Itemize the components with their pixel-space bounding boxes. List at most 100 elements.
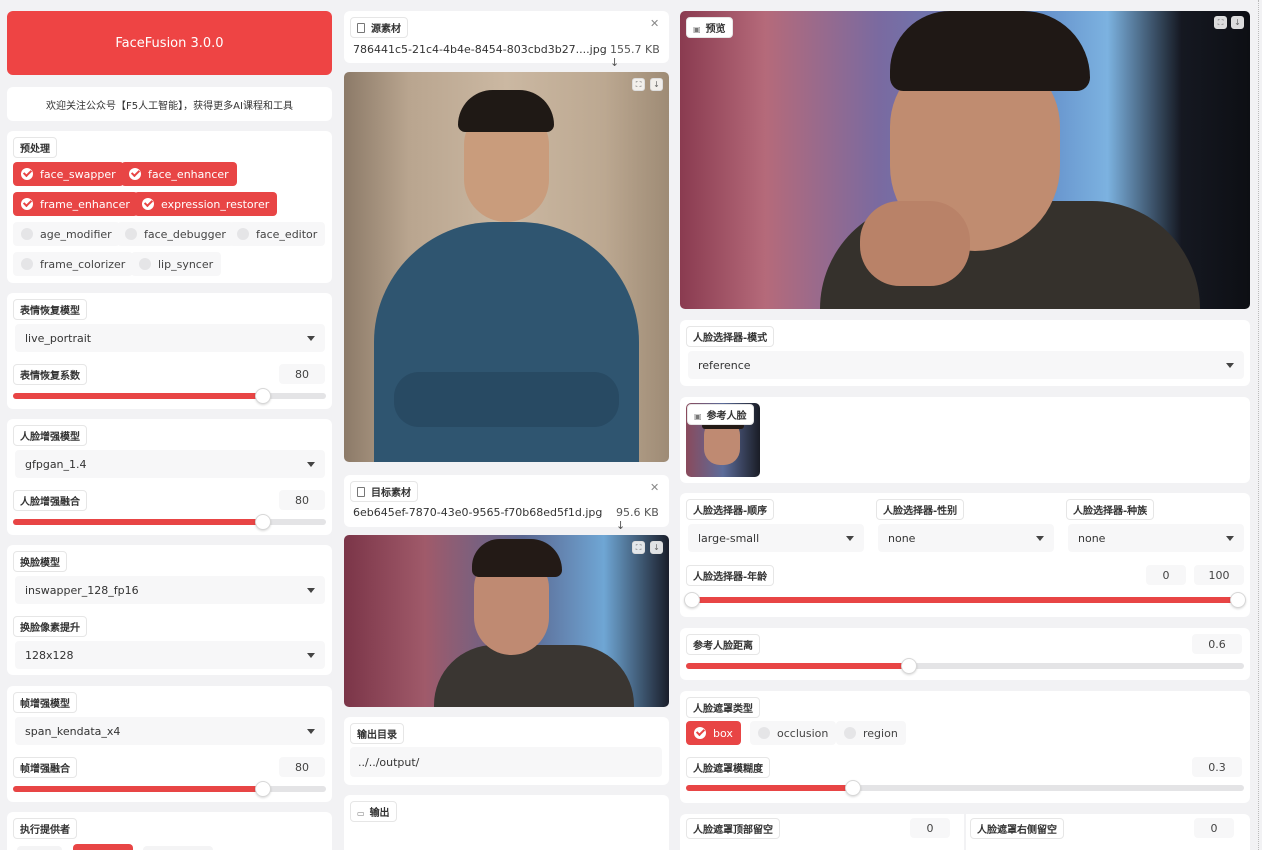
select-value: inswapper_128_fp16: [25, 583, 139, 597]
reference-distance-input[interactable]: 0.6: [1192, 634, 1242, 654]
download-icon[interactable]: ↓: [1231, 16, 1244, 29]
processor-face-enhancer[interactable]: face_enhancer: [121, 162, 237, 186]
mask-right-input[interactable]: 0: [1194, 818, 1234, 838]
enhancer-blend-slider[interactable]: [13, 514, 326, 530]
reference-distance-slider[interactable]: [686, 658, 1244, 674]
slider-handle[interactable]: [255, 781, 272, 797]
processor-face-editor[interactable]: face_editor: [229, 222, 326, 246]
output-dir-value: ../../output/: [358, 755, 420, 769]
target-label: 目标素材: [350, 481, 418, 502]
selector-mode-select[interactable]: reference: [688, 351, 1244, 379]
processor-label: face_enhancer: [148, 167, 229, 181]
source-person-hair: [458, 90, 554, 132]
swapper-model-select[interactable]: inswapper_128_fp16: [15, 576, 325, 604]
slider-handle[interactable]: [255, 388, 272, 404]
selector-age-label: 人脸选择器-年龄: [686, 565, 775, 586]
expression-restorer-panel: 表情恢复模型 live_portrait 表情恢复系数 80: [7, 293, 332, 409]
processor-frame-enhancer[interactable]: frame_enhancer: [13, 192, 138, 216]
slider-handle-max[interactable]: [1230, 592, 1246, 608]
expression-model-select[interactable]: live_portrait: [15, 324, 325, 352]
output-panel: ▭ 输出: [344, 795, 669, 850]
frame-blend-input[interactable]: 80: [279, 757, 325, 777]
selector-age-min-input[interactable]: 0: [1146, 565, 1186, 585]
welcome-text: 欢迎关注公众号【F5人工智能】，获得更多AI课程和工具: [46, 100, 293, 112]
close-icon[interactable]: ✕: [650, 481, 659, 494]
source-label-text: 源素材: [371, 24, 401, 35]
preview-person-hair: [890, 11, 1090, 91]
fullscreen-icon[interactable]: ⛶: [1214, 16, 1227, 29]
selector-race-select[interactable]: none: [1068, 524, 1244, 552]
selector-age-max-input[interactable]: 100: [1194, 565, 1244, 585]
selector-age-slider[interactable]: [684, 592, 1246, 608]
close-icon[interactable]: ✕: [650, 17, 659, 30]
enhancer-model-label: 人脸增强模型: [13, 425, 87, 446]
processor-lip-syncer[interactable]: lip_syncer: [131, 252, 222, 276]
swapper-pixel-select[interactable]: 128x128: [15, 641, 325, 669]
selector-gender-label: 人脸选择器-性别: [876, 499, 965, 520]
enhancer-model-select[interactable]: gfpgan_1.4: [15, 450, 325, 478]
source-filesize[interactable]: 155.7 KB ↓: [610, 43, 669, 69]
expression-factor-slider[interactable]: [13, 388, 326, 404]
reference-distance-panel: 参考人脸距离 0.6: [680, 628, 1250, 680]
execution-option-off[interactable]: [17, 846, 62, 850]
processor-label: lip_syncer: [158, 257, 214, 271]
processor-expression-restorer[interactable]: expression_restorer: [134, 192, 278, 216]
processor-label: frame_colorizer: [40, 257, 126, 271]
select-value: gfpgan_1.4: [25, 457, 87, 471]
target-file-panel: 目标素材 ✕ 6eb645ef-7870-43e0-9565-f70b68ed5…: [344, 475, 669, 532]
mask-type-region[interactable]: region: [836, 721, 906, 745]
expression-factor-input[interactable]: 80: [279, 364, 325, 384]
video-icon: ▭: [357, 809, 365, 818]
output-dir-input[interactable]: ../../output/: [350, 747, 662, 777]
mask-type-occlusion[interactable]: occlusion: [750, 721, 837, 745]
mask-blur-input[interactable]: 0.3: [1192, 757, 1242, 777]
frame-model-select[interactable]: span_kendata_x4: [15, 717, 325, 745]
slider-handle[interactable]: [845, 780, 862, 796]
frame-blend-slider[interactable]: [13, 781, 326, 797]
target-filesize[interactable]: 95.6 KB ↓: [616, 506, 669, 532]
selector-order-select[interactable]: large-small: [688, 524, 864, 552]
checkbox-checked-icon: [694, 727, 706, 739]
checkbox-unchecked-icon: [844, 727, 856, 739]
select-value: span_kendata_x4: [25, 724, 121, 738]
checkbox-unchecked-icon: [21, 258, 33, 270]
processor-face-swapper[interactable]: face_swapper: [13, 162, 124, 186]
checkbox-unchecked-icon: [139, 258, 151, 270]
execution-option-off[interactable]: [143, 846, 213, 850]
processor-age-modifier[interactable]: age_modifier: [13, 222, 120, 246]
chevron-down-icon: [307, 728, 315, 734]
checkbox-unchecked-icon: [125, 228, 137, 240]
processor-face-debugger[interactable]: face_debugger: [117, 222, 234, 246]
chevron-down-icon: [307, 587, 315, 593]
checkbox-checked-icon: [142, 198, 154, 210]
execution-option-on[interactable]: [73, 844, 133, 850]
download-icon[interactable]: ↓: [650, 78, 663, 91]
target-person-body: [434, 645, 634, 707]
preview-label-text: 预览: [705, 24, 726, 35]
execution-provider-panel: 执行提供者: [7, 812, 332, 850]
chevron-down-icon: [846, 535, 854, 541]
chevron-down-icon: [307, 461, 315, 467]
fullscreen-icon[interactable]: ⛶: [632, 541, 645, 554]
chevron-down-icon: [1226, 362, 1234, 368]
fullscreen-icon[interactable]: ⛶: [632, 78, 645, 91]
selector-gender-select[interactable]: none: [878, 524, 1054, 552]
mask-type-box[interactable]: box: [686, 721, 741, 745]
enhancer-blend-input[interactable]: 80: [279, 490, 325, 510]
target-label-text: 目标素材: [371, 488, 411, 499]
mask-top-input[interactable]: 0: [910, 818, 950, 838]
image-icon: ▣: [694, 412, 702, 421]
selector-filters-panel: 人脸选择器-顺序 large-small 人脸选择器-性别 none 人脸选择器…: [680, 493, 1250, 617]
slider-handle-min[interactable]: [684, 592, 700, 608]
expression-factor-label: 表情恢复系数: [13, 364, 87, 385]
slider-handle[interactable]: [255, 514, 272, 530]
slider-fill: [686, 785, 854, 791]
download-icon[interactable]: ↓: [650, 541, 663, 554]
mask-blur-slider[interactable]: [686, 780, 1244, 796]
slider-handle[interactable]: [901, 658, 918, 674]
slider-fill: [686, 663, 910, 669]
source-filename[interactable]: 786441c5-21c4-4b4e-8454-803cbd3b27....jp…: [353, 43, 607, 56]
preview-label: ▣ 预览: [686, 17, 733, 38]
target-filename[interactable]: 6eb645ef-7870-43e0-9565-f70b68ed5f1d.jpg: [353, 506, 602, 519]
processor-frame-colorizer[interactable]: frame_colorizer: [13, 252, 134, 276]
